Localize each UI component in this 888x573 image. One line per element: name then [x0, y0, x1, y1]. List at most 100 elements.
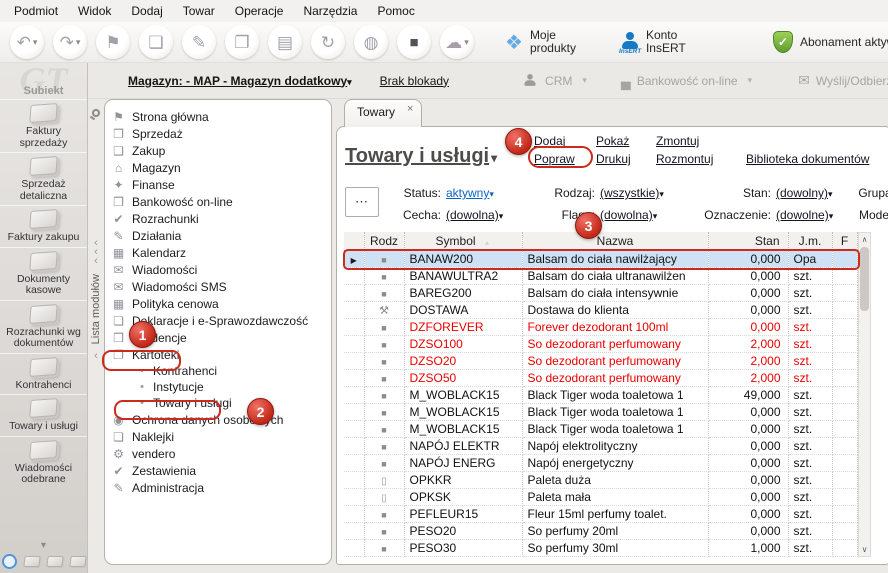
tree-item[interactable]: ❏ Naklejki [111, 428, 329, 445]
table-row[interactable]: M_WOBLACK15 Black Tiger woda toaletowa 1… [344, 386, 857, 403]
tree-item[interactable]: ✉ Wiadomości [111, 261, 329, 278]
menu-item[interactable]: Towar [173, 1, 225, 21]
sidebar-module-item[interactable]: Sprzedaż detaliczna [0, 152, 87, 205]
crm-dropdown[interactable]: CRM [521, 71, 587, 91]
zmontuj-link[interactable]: Zmontuj [656, 134, 699, 148]
rozmontuj-link[interactable]: Rozmontuj [656, 152, 713, 166]
tree-item[interactable]: ▦ Kalendarz [111, 244, 329, 261]
table-row[interactable]: OPKSK Paleta mała 0,000 szt. [344, 488, 857, 505]
tree-item[interactable]: ❐ Kartoteki [111, 346, 329, 363]
sidebar-module-item[interactable]: Dokumenty kasowe [0, 247, 87, 300]
tree-item[interactable]: ✦ Finanse [111, 176, 329, 193]
tree-item[interactable]: ❒ Bankowość on-line [111, 193, 329, 210]
table-row[interactable]: DZSO100 So dezodorant perfumowany 2,000 … [344, 335, 857, 352]
tab-towary[interactable]: Towary × [344, 99, 422, 127]
table-row[interactable]: PESO30 So perfumy 30ml 1,000 szt. [344, 539, 857, 556]
page-title[interactable]: Towary i usługi [345, 145, 497, 168]
column-header-jm[interactable]: J.m. [788, 232, 832, 250]
table-row[interactable]: DZSO50 So dezodorant perfumowany 2,000 s… [344, 369, 857, 386]
cube-button[interactable]: ■ [397, 25, 431, 59]
menu-item[interactable]: Widok [68, 1, 121, 21]
close-tab-icon[interactable]: × [407, 103, 413, 115]
tree-item[interactable]: • Instytucje [111, 379, 329, 395]
cloud-archive-button[interactable]: ☁ [440, 25, 474, 59]
dodaj-link[interactable]: Dodaj [534, 134, 565, 148]
mini-module-icon[interactable] [46, 556, 64, 567]
table-row[interactable]: BANAWULTRA2 Balsam do ciała ultranawilże… [344, 267, 857, 284]
tree-item[interactable]: ⚙ vendero [111, 445, 329, 462]
table-row[interactable]: NAPÓJ ENERG Napój energetyczny 0,000 szt… [344, 454, 857, 471]
column-header-rodz[interactable]: Rodz [364, 232, 404, 250]
tree-item[interactable]: ◉ Ochrona danych osobowych [111, 411, 329, 428]
wyslij-odbierz-dropdown[interactable]: ✉Wyślij/Odbierz [798, 72, 888, 89]
brak-blokady-link[interactable]: Brak blokady [380, 74, 449, 88]
web-button[interactable]: ◍ [354, 25, 388, 59]
column-header-stan[interactable]: Stan [708, 232, 788, 250]
rodzaj-filter[interactable]: (wszystkie) [600, 186, 664, 200]
table-row[interactable]: M_WOBLACK15 Black Tiger woda toaletowa 1… [344, 403, 857, 420]
new-document-button[interactable]: ❏ [139, 25, 173, 59]
collapse-chevron-icon[interactable]: ‹ [94, 257, 98, 266]
tree-item[interactable]: ✎ Działania [111, 227, 329, 244]
scroll-up-icon[interactable]: ∧ [859, 233, 870, 246]
refresh-button[interactable]: ↻ [311, 25, 345, 59]
forward-button[interactable]: ↷ [53, 25, 87, 59]
flaga-filter[interactable]: (dowolna) [600, 208, 657, 222]
tree-item[interactable]: • Kontrahenci [111, 363, 329, 379]
table-row[interactable]: DZFOREVER Forever dezodorant 100ml 0,000… [344, 318, 857, 335]
table-row[interactable]: BANAW200 Balsam do ciała nawilżający 0,0… [344, 250, 857, 267]
edit-document-button[interactable]: ✎ [182, 25, 216, 59]
sidebar-module-item[interactable]: Faktury zakupu [0, 205, 87, 247]
tree-item[interactable]: ⚑ Strona główna [111, 108, 329, 125]
abonament-button[interactable]: Abonament aktywny [773, 31, 888, 53]
tree-item[interactable]: ✎ Administracja [111, 479, 329, 496]
tree-item[interactable]: ❒ Sprzedaż [111, 125, 329, 142]
tree-item[interactable]: ❑ Zakup [111, 142, 329, 159]
tree-item[interactable]: ⌂ Magazyn [111, 159, 329, 176]
flag-button[interactable]: ⚑ [96, 25, 130, 59]
mini-circle-icon[interactable] [2, 554, 17, 569]
sidebar-module-item[interactable]: Faktury sprzedaży [0, 99, 87, 152]
sidebar-module-item[interactable]: Rozrachunki wg dokumentów [0, 300, 87, 353]
column-header-f[interactable]: F [832, 232, 857, 250]
more-filters-button[interactable]: ⋯ [345, 187, 379, 217]
search-icon[interactable] [92, 109, 100, 117]
column-header-symbol[interactable]: Symbol [404, 232, 522, 250]
menu-item[interactable]: Pomoc [367, 1, 424, 21]
biblioteka-dokumentow-link[interactable]: Biblioteka dokumentów [746, 152, 869, 166]
oznaczenie-filter[interactable]: (dowolne) [776, 208, 833, 222]
status-filter[interactable]: aktywny [446, 186, 494, 200]
sidebar-module-item[interactable]: Kontrahenci [0, 353, 87, 395]
menu-item[interactable]: Podmiot [4, 1, 68, 21]
table-row[interactable]: DZSO20 So dezodorant perfumowany 2,000 s… [344, 352, 857, 369]
column-header-nazwa[interactable]: Nazwa [522, 232, 708, 250]
tree-item[interactable]: • Towary i usługi [111, 395, 329, 411]
menu-item[interactable]: Narzędzia [293, 1, 367, 21]
table-row[interactable]: BAREG200 Balsam do ciała intensywnie 0,0… [344, 284, 857, 301]
menu-item[interactable]: Operacje [225, 1, 294, 21]
table-row[interactable]: PEFLEUR15 Fleur 15ml perfumy toalet. 0,0… [344, 505, 857, 522]
bankowosc-dropdown[interactable]: ▄Bankowość on-line [621, 73, 752, 89]
back-button[interactable]: ↶ [10, 25, 44, 59]
tree-item[interactable]: ✔ Rozrachunki [111, 210, 329, 227]
chevron-down-icon[interactable]: ▾ [41, 541, 46, 551]
marker-column-header[interactable] [344, 232, 364, 250]
tree-item[interactable]: ✉ Wiadomości SMS [111, 278, 329, 295]
print-button[interactable]: ▤ [268, 25, 302, 59]
tree-item[interactable]: ▦ Polityka cenowa [111, 295, 329, 312]
moje-produkty-button[interactable]: ❖ Moje produkty [505, 29, 588, 55]
tree-item[interactable]: ✔ Zestawienia [111, 462, 329, 479]
table-row[interactable]: OPKKR Paleta duża 0,000 szt. [344, 471, 857, 488]
scroll-down-icon[interactable]: ∨ [859, 543, 870, 556]
popraw-link[interactable]: Popraw [534, 152, 575, 166]
scrollbar-thumb[interactable] [860, 247, 869, 311]
mini-module-icon[interactable] [23, 556, 41, 567]
drukuj-link[interactable]: Drukuj [596, 152, 631, 166]
mini-module-icon[interactable] [69, 556, 87, 567]
stan-filter[interactable]: (dowolny) [776, 186, 833, 200]
magazyn-selector[interactable]: Magazyn: - MAP - Magazyn dodatkowy [128, 74, 352, 88]
duplicate-button[interactable]: ❐ [225, 25, 259, 59]
table-row[interactable]: M_WOBLACK15 Black Tiger woda toaletowa 1… [344, 420, 857, 437]
table-scrollbar[interactable]: ∧ ∨ [858, 232, 871, 557]
table-row[interactable]: PESO20 So perfumy 20ml 0,000 szt. [344, 522, 857, 539]
